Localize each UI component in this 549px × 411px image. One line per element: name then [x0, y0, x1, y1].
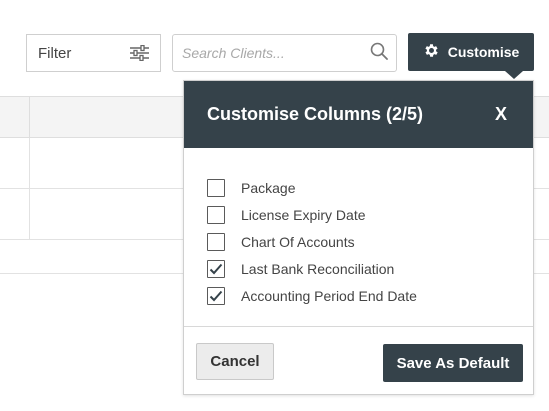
column-divider	[29, 138, 30, 189]
customise-columns-panel: Customise Columns (2/5) X Package Licens…	[183, 80, 534, 395]
column-options-list: Package License Expiry Date Chart Of Acc…	[207, 174, 417, 309]
checkmark-icon	[209, 263, 223, 274]
filter-button[interactable]: Filter	[26, 34, 161, 72]
dropdown-caret	[505, 71, 523, 79]
gear-icon	[423, 42, 440, 62]
checkbox-checked[interactable]	[207, 286, 225, 305]
option-label: Last Bank Reconciliation	[241, 260, 395, 277]
client-list-page: Filter Customise	[0, 0, 549, 411]
save-as-default-button[interactable]: Save As Default	[383, 344, 523, 382]
column-option[interactable]: Package	[207, 174, 417, 201]
panel-header: Customise Columns (2/5) X	[184, 81, 533, 148]
cancel-button[interactable]: Cancel	[196, 343, 274, 380]
customise-label: Customise	[447, 44, 520, 60]
panel-divider	[184, 326, 533, 327]
checkbox-checked[interactable]	[207, 259, 225, 278]
sliders-icon	[130, 45, 149, 61]
checkbox[interactable]	[207, 232, 225, 251]
column-option[interactable]: Last Bank Reconciliation	[207, 255, 417, 282]
option-label: Accounting Period End Date	[241, 287, 417, 304]
option-label: Chart Of Accounts	[241, 233, 355, 250]
customise-button[interactable]: Customise	[408, 33, 534, 71]
checkmark-icon	[209, 290, 223, 301]
column-divider	[29, 97, 30, 138]
checkbox[interactable]	[207, 205, 225, 224]
filter-label: Filter	[38, 44, 72, 62]
column-option[interactable]: License Expiry Date	[207, 201, 417, 228]
checkbox[interactable]	[207, 178, 225, 197]
column-divider	[29, 189, 30, 240]
option-label: Package	[241, 179, 296, 196]
search-input[interactable]	[182, 45, 370, 61]
close-button[interactable]: X	[495, 104, 507, 125]
search-icon[interactable]	[370, 42, 388, 65]
panel-title: Customise Columns (2/5)	[207, 104, 424, 124]
search-field[interactable]	[172, 34, 397, 72]
column-option[interactable]: Chart Of Accounts	[207, 228, 417, 255]
option-label: License Expiry Date	[241, 206, 366, 223]
column-option[interactable]: Accounting Period End Date	[207, 282, 417, 309]
